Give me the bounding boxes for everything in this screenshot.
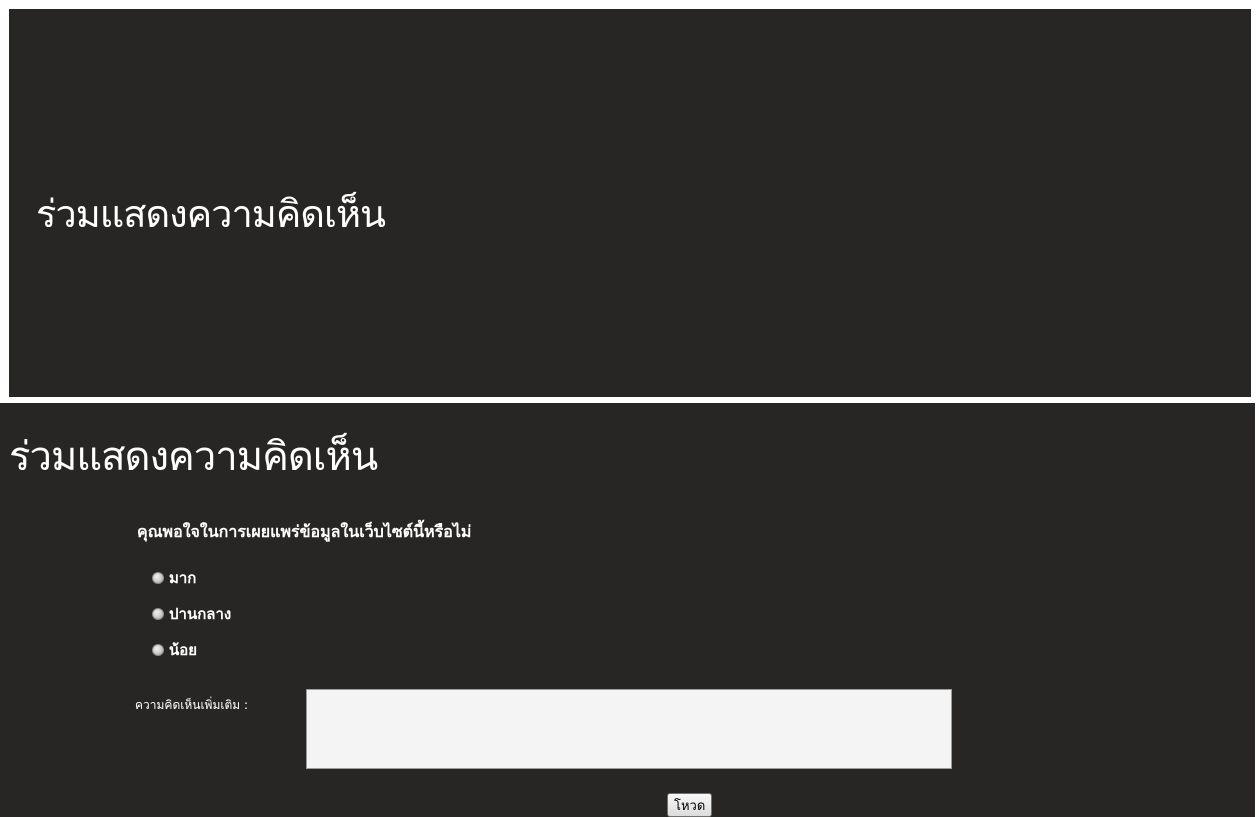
banner: ร่วมแสดงความคิดเห็น <box>9 9 1251 397</box>
option-label: ปานกลาง <box>169 605 232 623</box>
option-little[interactable]: น้อย <box>152 638 197 662</box>
vote-button[interactable]: โหวด <box>667 793 713 817</box>
radio-button[interactable] <box>152 644 164 656</box>
poll-title: ร่วมแสดงความคิดเห็น <box>9 434 378 480</box>
comment-textarea[interactable] <box>306 689 952 769</box>
banner-title: ร่วมแสดงความคิดเห็น <box>36 192 386 236</box>
option-label: มาก <box>169 569 197 587</box>
radio-button[interactable] <box>152 572 164 584</box>
comment-label: ความคิดเห็นเพิ่มเติม : <box>135 698 249 712</box>
radio-button[interactable] <box>152 608 164 620</box>
option-moderate[interactable]: ปานกลาง <box>152 602 231 626</box>
poll-question: คุณพอใจในการเผยแพร่ข้อมูลในเว็บไซต์นี้หร… <box>137 522 472 541</box>
option-much[interactable]: มาก <box>152 566 196 590</box>
poll-panel: ร่วมแสดงความคิดเห็น คุณพอใจในการเผยแพร่ข… <box>0 403 1255 817</box>
option-label: น้อย <box>169 641 198 659</box>
